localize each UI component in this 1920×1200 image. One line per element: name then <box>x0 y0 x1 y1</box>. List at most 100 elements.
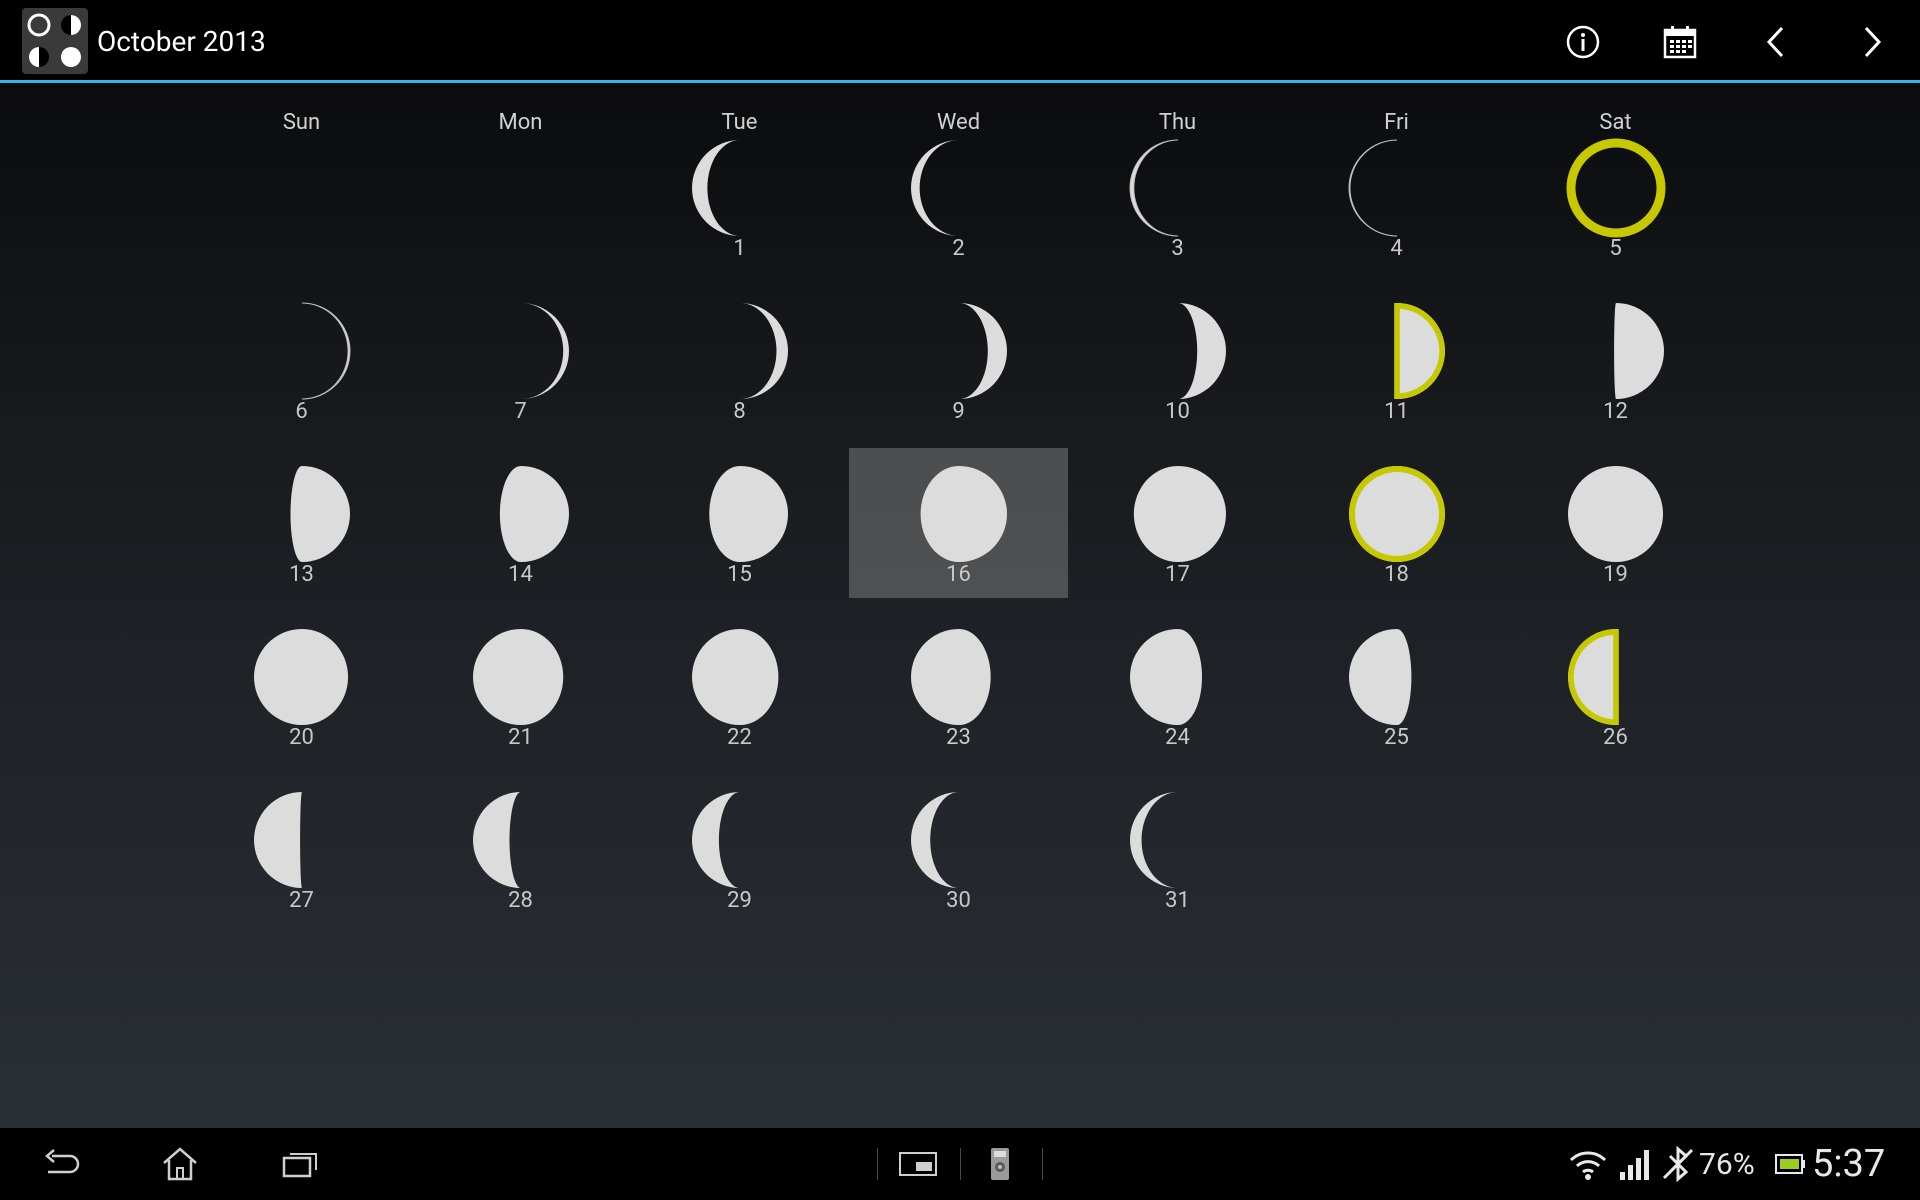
day-number: 23 <box>946 725 971 750</box>
day-cell-22[interactable]: 22 <box>630 611 849 761</box>
wifi-icon <box>1569 1151 1607 1180</box>
calendar-icon <box>1663 26 1697 59</box>
day-cell-12[interactable]: 12 <box>1506 285 1725 435</box>
day-cell-18[interactable]: 18 <box>1287 448 1506 598</box>
day-number: 14 <box>508 562 533 587</box>
recent-apps-button[interactable] <box>268 1140 332 1188</box>
moon-phase-icon <box>1348 139 1398 237</box>
home-icon <box>163 1147 197 1181</box>
day-number: 27 <box>289 888 314 913</box>
day-cell-28[interactable]: 28 <box>411 774 630 924</box>
day-cell-8[interactable]: 8 <box>630 285 849 435</box>
day-cell-11[interactable]: 11 <box>1287 285 1506 435</box>
weekday-label: Sun <box>282 110 321 135</box>
moon-phase-icon <box>521 303 569 399</box>
moon-phase-icon <box>301 302 351 400</box>
day-cell-2[interactable]: 2 <box>849 122 1068 272</box>
signal-icon <box>1620 1150 1649 1180</box>
day-cell-30[interactable]: 30 <box>849 774 1068 924</box>
day-cell-3[interactable]: 3 <box>1068 122 1287 272</box>
day-cell-31[interactable]: 31 <box>1068 774 1287 924</box>
info-icon <box>1566 25 1600 59</box>
day-cell-29[interactable]: 29 <box>630 774 849 924</box>
small-app-window-icon <box>899 1152 937 1176</box>
chevron-right-icon <box>1864 26 1882 58</box>
moon-phase-icon <box>1349 466 1445 562</box>
moon-phase-icon <box>1566 138 1666 238</box>
day-number: 24 <box>1165 725 1190 750</box>
moon-phase-icon <box>1394 303 1445 399</box>
chevron-left-icon <box>1766 26 1784 58</box>
day-number: 11 <box>1384 399 1409 424</box>
moon-phase-icon <box>473 629 564 725</box>
day-cell-19[interactable]: 19 <box>1506 448 1725 598</box>
day-number: 2 <box>952 236 965 261</box>
page-title: October 2013 <box>97 25 266 58</box>
moon-phase-icon <box>1568 466 1664 562</box>
moon-phase-icon <box>692 792 740 888</box>
day-number: 5 <box>1609 236 1622 261</box>
remote-control-button[interactable] <box>968 1140 1032 1188</box>
day-cell-13[interactable]: 13 <box>192 448 411 598</box>
day-cell-14[interactable]: 14 <box>411 448 630 598</box>
moon-phase-icon <box>290 466 350 562</box>
day-cell-25[interactable]: 25 <box>1287 611 1506 761</box>
moon-phase-icon <box>499 466 569 562</box>
day-cell-4[interactable]: 4 <box>1287 122 1506 272</box>
day-number: 31 <box>1165 888 1190 913</box>
day-number: 16 <box>946 562 971 587</box>
day-number: 1 <box>733 236 746 261</box>
moon-phase-icon <box>911 140 959 236</box>
day-cell-9[interactable]: 9 <box>849 285 1068 435</box>
day-cell-24[interactable]: 24 <box>1068 611 1287 761</box>
day-cell-6[interactable]: 6 <box>192 285 411 435</box>
day-cell-27[interactable]: 27 <box>192 774 411 924</box>
battery-icon <box>1775 1154 1805 1174</box>
moon-phases-app-icon[interactable] <box>22 8 88 74</box>
moon-phase-icon <box>1349 629 1412 725</box>
day-number: 13 <box>289 562 314 587</box>
moon-phase-icon <box>692 140 740 236</box>
home-button[interactable] <box>148 1140 212 1188</box>
divider <box>877 1148 878 1180</box>
day-number: 6 <box>295 399 308 424</box>
day-number: 17 <box>1165 562 1190 587</box>
bluetooth-off-icon <box>1662 1146 1694 1182</box>
day-cell-17[interactable]: 17 <box>1068 448 1287 598</box>
small-app-window-button[interactable] <box>886 1140 950 1188</box>
day-cell-16[interactable]: 16 <box>849 448 1068 598</box>
back-button[interactable] <box>28 1140 92 1188</box>
moon-phase-icon <box>1130 792 1178 888</box>
moon-phase-icon <box>920 466 1007 562</box>
moon-phase-icon <box>911 629 991 725</box>
back-icon <box>45 1149 80 1174</box>
day-cell-7[interactable]: 7 <box>411 285 630 435</box>
moon-phase-icon <box>911 792 959 888</box>
day-cell-26[interactable]: 26 <box>1506 611 1725 761</box>
calendar-button[interactable] <box>1648 10 1712 74</box>
day-cell-21[interactable]: 21 <box>411 611 630 761</box>
system-navigation-bar <box>0 1128 1920 1200</box>
info-button[interactable] <box>1551 10 1615 74</box>
day-number: 7 <box>514 399 527 424</box>
moon-phase-icon <box>692 629 779 725</box>
day-cell-20[interactable]: 20 <box>192 611 411 761</box>
moon-phase-icon <box>1130 629 1202 725</box>
day-cell-10[interactable]: 10 <box>1068 285 1287 435</box>
day-cell-5[interactable]: 5 <box>1506 122 1725 272</box>
day-cell-15[interactable]: 15 <box>630 448 849 598</box>
moon-phase-icon <box>254 629 349 725</box>
moon-phase-icon <box>1133 466 1226 562</box>
day-number: 18 <box>1384 562 1409 587</box>
moon-phase-icon <box>959 303 1007 399</box>
moon-phase-icon <box>254 792 302 888</box>
previous-month-button[interactable] <box>1744 10 1808 74</box>
next-month-button[interactable] <box>1840 10 1904 74</box>
day-cell-1[interactable]: 1 <box>630 122 849 272</box>
divider <box>960 1148 961 1180</box>
day-cell-23[interactable]: 23 <box>849 611 1068 761</box>
day-number: 21 <box>508 725 533 750</box>
moon-phase-icon <box>709 466 788 562</box>
moon-phase-icon <box>1178 303 1226 399</box>
moon-phase-icon <box>740 303 788 399</box>
